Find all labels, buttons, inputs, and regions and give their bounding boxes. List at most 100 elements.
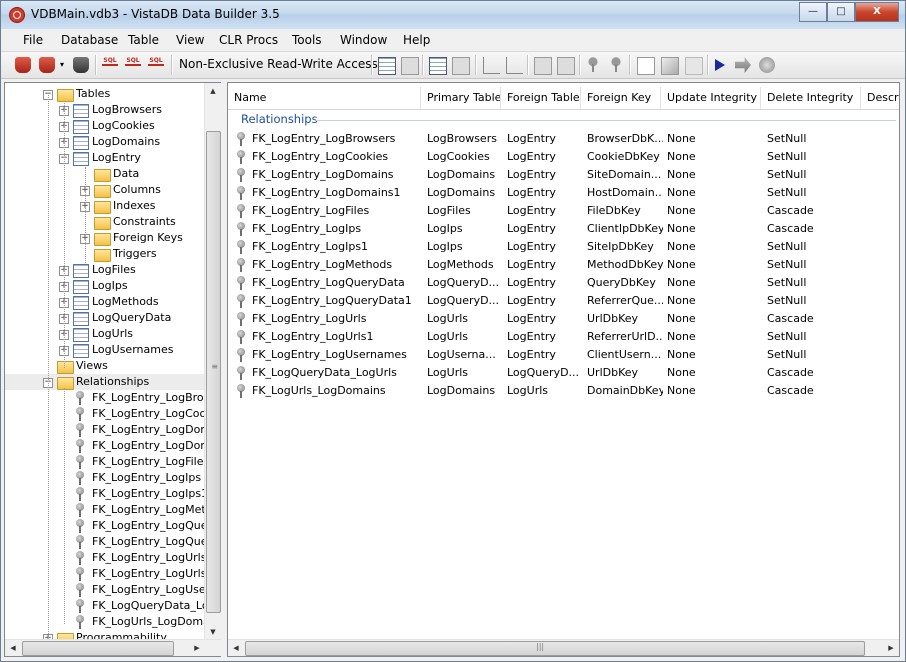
tree-horizontal-scrollbar[interactable]: ◀ ▶ (5, 639, 221, 656)
table-row[interactable]: FK_LogEntry_LogDomains LogDomains LogEntry… (228, 166, 888, 184)
table-row[interactable]: FK_LogEntry_LogDomains1 LogDomains LogEntr… (228, 184, 888, 202)
title-bar[interactable]: VDBMain.vdb3 - VistaDB Data Builder 3.5 … (1, 1, 905, 29)
delete-key-icon[interactable] (608, 57, 624, 73)
vistadb-app-icon[interactable] (9, 7, 25, 23)
key-icon[interactable] (585, 57, 601, 73)
access-mode-dropdown[interactable]: Non-Exclusive Read-Write Access ▾ (179, 57, 388, 71)
tree-relationship-item[interactable]: FK_LogEntry_LogBrow (5, 390, 213, 406)
tree-relationship-item[interactable]: FK_LogEntry_LogUrls (5, 550, 206, 566)
tree-table-item[interactable]: + LogUrls (5, 326, 205, 342)
table-row[interactable]: FK_LogEntry_LogBrowsers LogBrowsers LogEnt… (228, 130, 888, 148)
index-icon[interactable] (534, 57, 552, 75)
table-row[interactable]: FK_LogQueryData_LogUrls LogUrls LogQueryD.… (228, 364, 888, 382)
grid-horizontal-scrollbar[interactable]: ◀ ||| ▶ (228, 639, 899, 656)
tree-relationship-item[interactable]: FK_LogEntry_LogMeth (5, 502, 213, 518)
view-icon[interactable] (429, 57, 447, 75)
menu-clr-procs[interactable]: CLR Procs (219, 33, 278, 47)
close-button[interactable]: X (855, 2, 899, 22)
tree-table-item[interactable]: + LogFiles (5, 262, 205, 278)
tree-table-item[interactable]: + LogCookies (5, 118, 205, 134)
column-header[interactable]: Delete Integrity (761, 87, 861, 109)
run-icon[interactable] (715, 59, 725, 71)
column-header[interactable]: Name (228, 87, 421, 109)
tree-views[interactable]: Views (5, 358, 205, 374)
table-row[interactable]: FK_LogEntry_LogIps1 LogIps LogEntry SiteIpD… (228, 238, 888, 256)
menu-table[interactable]: Table (128, 33, 159, 47)
sql-script-icon[interactable]: SQL (125, 57, 141, 73)
open-database-icon[interactable] (39, 57, 55, 73)
minimize-button[interactable]: — (799, 2, 827, 22)
tree-vertical-scrollbar[interactable]: ▲ ≡ ▼ (204, 83, 221, 640)
close-database-icon[interactable] (73, 57, 89, 73)
delete-table-icon[interactable] (401, 57, 419, 75)
tree-table-item[interactable]: + LogIps (5, 278, 205, 294)
scroll-thumb[interactable] (22, 641, 174, 656)
menu-database[interactable]: Database (61, 33, 118, 47)
scroll-down-icon[interactable]: ▼ (205, 624, 221, 640)
tree-relationship-item[interactable]: FK_LogEntry_LogDom (5, 438, 211, 454)
tools-icon[interactable] (661, 57, 679, 75)
maximize-button[interactable]: □ (827, 2, 855, 22)
tree-table-item[interactable]: + LogBrowsers (5, 102, 205, 118)
tree-relationship-item[interactable]: FK_LogEntry_LogIps1 (5, 486, 208, 502)
tree-relationship-item[interactable]: FK_LogEntry_LogCook (5, 406, 213, 422)
delete-view-icon[interactable] (452, 57, 470, 75)
tree-relationships[interactable]: − Relationships (5, 374, 205, 390)
column-header[interactable]: Primary Table (421, 87, 501, 109)
table-row[interactable]: FK_LogEntry_LogUrls LogUrls LogEntry UrlDbK… (228, 310, 888, 328)
tree-tables[interactable]: − Tables (5, 86, 205, 102)
sql-batch-icon[interactable]: SQL (148, 57, 164, 73)
menu-file[interactable]: File (23, 33, 43, 47)
column-header[interactable]: Descr (861, 87, 899, 109)
tree-table-item[interactable]: + LogQueryData (5, 310, 205, 326)
column-header[interactable]: Update Integrity (661, 87, 761, 109)
tree-relationship-item[interactable]: FK_LogEntry_LogUser (5, 582, 210, 598)
table-row[interactable]: FK_LogEntry_LogMethods LogMethods LogEntry… (228, 256, 888, 274)
delete-hierarchy-icon[interactable] (506, 57, 523, 74)
edit-document-icon[interactable] (637, 57, 655, 75)
table-row[interactable]: FK_LogEntry_LogFiles LogFiles LogEntry File… (228, 202, 888, 220)
tree-relationship-item[interactable]: FK_LogEntry_LogIps (5, 470, 205, 486)
tree-table-item[interactable]: − LogEntry (5, 150, 205, 166)
tree-relationship-item[interactable]: FK_LogEntry_LogDom (5, 422, 211, 438)
tree-relationship-item[interactable]: FK_LogEntry_LogQuer (5, 518, 212, 534)
tree-logentry-child[interactable]: + Columns (5, 182, 205, 198)
tree-logentry-child[interactable]: Constraints (5, 214, 205, 230)
scroll-thumb[interactable]: ≡ (206, 131, 221, 613)
tree-logentry-child[interactable]: + Indexes (5, 198, 205, 214)
table-row[interactable]: FK_LogEntry_LogUsernames LogUserna... LogE… (228, 346, 888, 364)
table-row[interactable]: FK_LogEntry_LogQueryData LogQueryD... LogE… (228, 274, 888, 292)
tree-relationship-item[interactable]: FK_LogEntry_LogFiles (5, 454, 209, 470)
tree-table-item[interactable]: + LogMethods (5, 294, 205, 310)
table-row[interactable]: FK_LogEntry_LogUrls1 LogUrls LogEntry Refer… (228, 328, 888, 346)
table-row[interactable]: FK_LogEntry_LogIps LogIps LogEntry ClientIp… (228, 220, 888, 238)
scroll-up-icon[interactable]: ▲ (205, 83, 221, 99)
tree-relationship-item[interactable]: FK_LogQueryData_Lo (5, 598, 209, 614)
tree-logentry-child[interactable]: + Foreign Keys (5, 230, 205, 246)
column-header[interactable]: Foreign Key (581, 87, 661, 109)
column-header[interactable]: Foreign Table (501, 87, 581, 109)
menu-tools[interactable]: Tools (292, 33, 322, 47)
table-row[interactable]: FK_LogEntry_LogCookies LogCookies LogEntry… (228, 148, 888, 166)
tree-table-item[interactable]: + LogUsernames (5, 342, 205, 358)
menu-help[interactable]: Help (403, 33, 430, 47)
delete-index-icon[interactable] (557, 57, 575, 75)
step-icon[interactable] (735, 57, 751, 73)
debug-icon[interactable] (759, 57, 775, 73)
tree-relationship-item[interactable]: FK_LogEntry_LogQuer (5, 534, 212, 550)
scroll-right-icon[interactable]: ▶ (883, 640, 899, 656)
new-database-icon[interactable] (15, 57, 31, 73)
relationships-grid-pane[interactable]: Name Primary Table Foreign Table Foreign Ke… (227, 82, 900, 657)
tree-logentry-child[interactable]: Triggers (5, 246, 205, 262)
database-tree-pane[interactable]: − Tables + LogBrowsers + LogCookies + LogDomain… (4, 82, 222, 657)
table-row[interactable]: FK_LogEntry_LogQueryData1 LogQueryD... Log… (228, 292, 888, 310)
hierarchy-icon[interactable] (483, 57, 500, 74)
scroll-left-icon[interactable]: ◀ (5, 640, 21, 656)
scroll-right-icon[interactable]: ▶ (189, 640, 205, 656)
table-grid-icon[interactable] (378, 57, 396, 75)
scroll-thumb[interactable]: ||| (245, 641, 865, 656)
table-row[interactable]: FK_LogUrls_LogDomains LogDomains LogUrls Do… (228, 382, 888, 400)
scroll-left-icon[interactable]: ◀ (228, 640, 244, 656)
pane-splitter[interactable] (221, 82, 226, 657)
tree-logentry-child[interactable]: Data (5, 166, 205, 182)
